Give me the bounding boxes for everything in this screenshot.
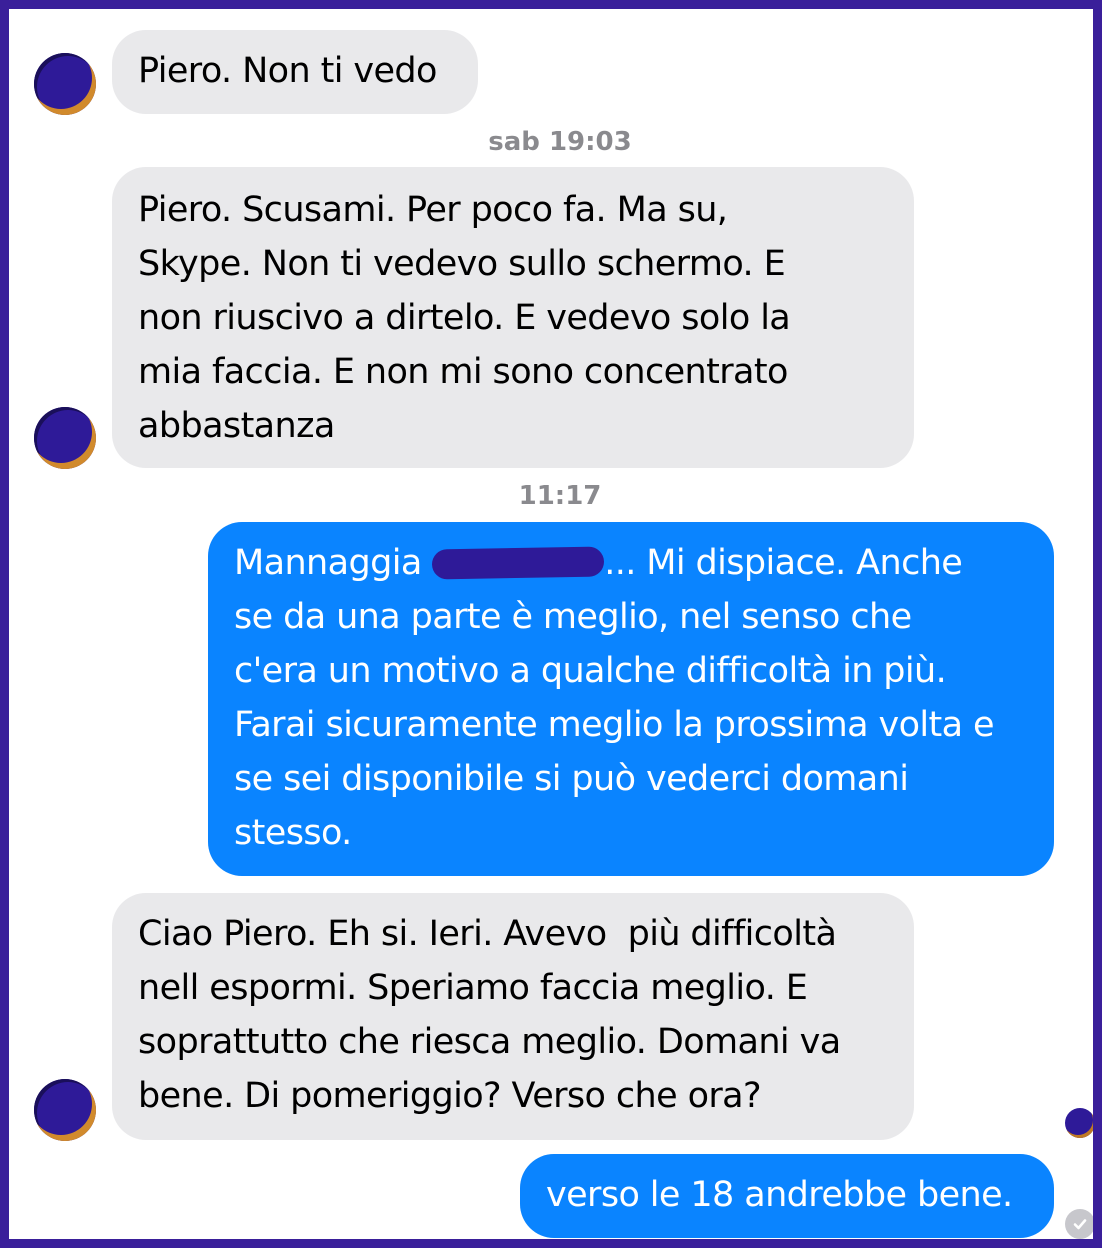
incoming-message-bubble[interactable]: Piero. Non ti vedo [112,30,478,114]
message-line: verso le 18 andrebbe bene. [546,1175,1013,1215]
message-line: se da una parte è meglio, nel senso che [234,597,912,637]
timestamp-label: sab 19:03 [488,127,632,157]
redacted-name [431,546,605,580]
message-line: abbastanza [138,406,335,446]
message-line: Skype. Non ti vedevo sullo schermo. E [138,244,786,284]
message-line: mia faccia. E non mi sono concentrato [138,352,788,392]
message-text: Mannaggia [234,543,433,583]
message-text: ... Mi dispiace. Anche [604,543,963,583]
message-line: non riuscivo a dirtelo. E vedevo solo la [138,298,791,338]
message-line: Mannaggia ... Mi dispiace. Anche [234,536,1028,590]
message-line: c'era un motivo a qualche difficoltà in … [234,651,947,691]
message-line: stesso. [234,813,352,853]
incoming-message-bubble[interactable]: Piero. Scusami. Per poco fa. Ma su, Skyp… [112,167,914,468]
message-line: Piero. Scusami. Per poco fa. Ma su, [138,190,728,230]
message-line: Piero. Non ti vedo [138,51,437,91]
message-line: Farai sicuramente meglio la prossima vol… [234,705,995,745]
incoming-message-bubble[interactable]: Ciao Piero. Eh si. Ieri. Avevo più diffi… [112,893,914,1140]
message-line: bene. Di pomeriggio? Verso che ora? [138,1076,762,1116]
contact-avatar[interactable] [34,1079,96,1141]
message-line: soprattutto che riesca meglio. Domani va [138,1022,841,1062]
outgoing-message-bubble[interactable]: verso le 18 andrebbe bene. [520,1154,1054,1238]
read-check-icon [1065,1209,1093,1239]
contact-avatar[interactable] [34,53,96,115]
message-line: nell espormi. Speriamo faccia meglio. E [138,968,808,1008]
contact-avatar[interactable] [34,407,96,469]
chat-screenshot-frame: Piero. Non ti vedo sab 19:03 Piero. Scus… [0,0,1102,1248]
outgoing-message-bubble[interactable]: Mannaggia ... Mi dispiace. Anche se da u… [208,522,1054,876]
message-line: Ciao Piero. Eh si. Ieri. Avevo più diffi… [138,914,837,954]
message-line: se sei disponibile si può vederci domani [234,759,909,799]
timestamp-label: 11:17 [518,481,602,511]
read-receipt-avatar [1065,1108,1093,1138]
